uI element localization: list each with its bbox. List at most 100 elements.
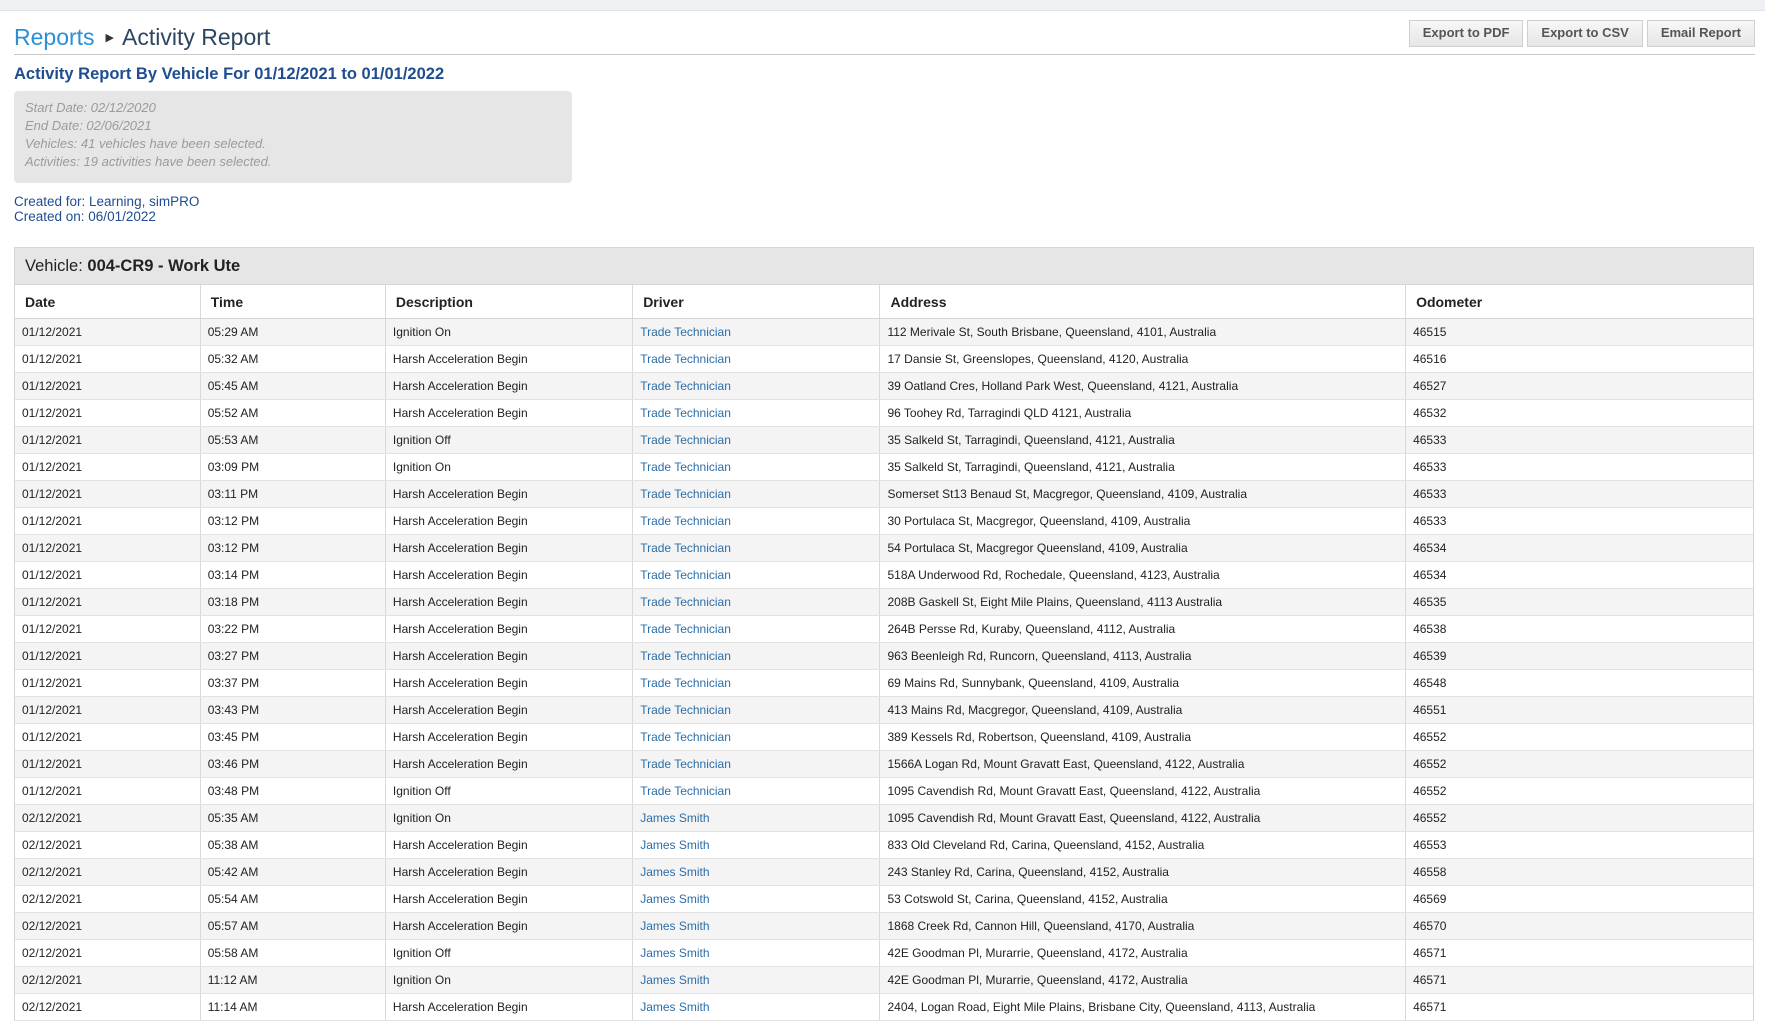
page-header: Reports ▶ Activity Report Export to PDF … bbox=[14, 11, 1755, 55]
driver-link[interactable]: James Smith bbox=[640, 946, 709, 960]
table-row: 01/12/2021 05:45 AM Harsh Acceleration Beg… bbox=[15, 372, 1753, 400]
driver-link[interactable]: Trade Technician bbox=[640, 352, 731, 366]
date-cell: 02/12/2021 bbox=[15, 939, 201, 967]
driver-link[interactable]: Trade Technician bbox=[640, 649, 731, 663]
driver-link[interactable]: Trade Technician bbox=[640, 784, 731, 798]
address-cell: 30 Portulaca St, Macgregor, Queensland, … bbox=[879, 507, 1407, 535]
date-cell: 01/12/2021 bbox=[15, 480, 201, 508]
driver-link[interactable]: Trade Technician bbox=[640, 757, 731, 771]
driver-link[interactable]: James Smith bbox=[640, 865, 709, 879]
time-cell: 05:45 AM bbox=[200, 372, 386, 400]
odometer-cell: 46535 bbox=[1405, 588, 1753, 616]
odometer-cell: 46558 bbox=[1405, 858, 1753, 886]
odometer-cell: 46552 bbox=[1405, 777, 1753, 805]
date-cell: 01/12/2021 bbox=[15, 615, 201, 643]
email-report-button[interactable]: Email Report bbox=[1646, 19, 1755, 47]
driver-link[interactable]: Trade Technician bbox=[640, 487, 731, 501]
driver-cell: Trade Technician bbox=[632, 399, 881, 427]
created-for: Created for: Learning, simPRO bbox=[14, 194, 200, 209]
driver-link[interactable]: James Smith bbox=[640, 811, 709, 825]
description-cell: Ignition On bbox=[385, 966, 634, 994]
driver-link[interactable]: Trade Technician bbox=[640, 325, 731, 339]
description-cell: Harsh Acceleration Begin bbox=[385, 696, 634, 724]
date-cell: 01/12/2021 bbox=[15, 453, 201, 481]
address-cell: 42E Goodman Pl, Murarrie, Queensland, 41… bbox=[879, 939, 1407, 967]
address-cell: 1868 Creek Rd, Cannon Hill, Queensland, … bbox=[879, 912, 1407, 940]
driver-link[interactable]: Trade Technician bbox=[640, 514, 731, 528]
driver-link[interactable]: Trade Technician bbox=[640, 541, 731, 555]
driver-cell: Trade Technician bbox=[632, 345, 881, 373]
odometer-cell: 46553 bbox=[1405, 831, 1753, 859]
address-cell: 2404, Logan Road, Eight Mile Plains, Bri… bbox=[879, 993, 1407, 1021]
description-cell: Harsh Acceleration Begin bbox=[385, 885, 634, 913]
vehicle-label: Vehicle: bbox=[25, 257, 83, 275]
odometer-cell: 46527 bbox=[1405, 372, 1753, 400]
driver-cell: James Smith bbox=[632, 885, 881, 913]
driver-link[interactable]: Trade Technician bbox=[640, 730, 731, 744]
criteria-end-date: End Date: 02/06/2021 bbox=[25, 118, 152, 133]
time-cell: 03:18 PM bbox=[200, 588, 386, 616]
column-header-odometer: Odometer bbox=[1405, 285, 1753, 319]
table-row: 02/12/2021 05:35 AM Ignition On James Smith… bbox=[15, 804, 1753, 832]
odometer-cell: 46516 bbox=[1405, 345, 1753, 373]
date-cell: 01/12/2021 bbox=[15, 372, 201, 400]
driver-link[interactable]: James Smith bbox=[640, 973, 709, 987]
description-cell: Harsh Acceleration Begin bbox=[385, 831, 634, 859]
description-cell: Harsh Acceleration Begin bbox=[385, 723, 634, 751]
address-cell: 54 Portulaca St, Macgregor Queensland, 4… bbox=[879, 534, 1407, 562]
driver-link[interactable]: Trade Technician bbox=[640, 460, 731, 474]
driver-link[interactable]: James Smith bbox=[640, 838, 709, 852]
export-pdf-button[interactable]: Export to PDF bbox=[1408, 19, 1524, 47]
time-cell: 03:14 PM bbox=[200, 561, 386, 589]
table-row: 01/12/2021 03:45 PM Harsh Acceleration Beg… bbox=[15, 723, 1753, 751]
odometer-cell: 46515 bbox=[1405, 318, 1753, 346]
vehicle-section: Vehicle: 004-CR9 - Work Ute Date Time De… bbox=[14, 247, 1754, 1021]
driver-cell: James Smith bbox=[632, 912, 881, 940]
date-cell: 02/12/2021 bbox=[15, 966, 201, 994]
date-cell: 01/12/2021 bbox=[15, 777, 201, 805]
driver-link[interactable]: Trade Technician bbox=[640, 622, 731, 636]
column-header-description: Description bbox=[385, 285, 634, 319]
address-cell: 17 Dansie St, Greenslopes, Queensland, 4… bbox=[879, 345, 1407, 373]
table-row: 01/12/2021 03:37 PM Harsh Acceleration Beg… bbox=[15, 669, 1753, 697]
description-cell: Harsh Acceleration Begin bbox=[385, 993, 634, 1021]
time-cell: 11:14 AM bbox=[200, 993, 386, 1021]
table-row: 02/12/2021 05:54 AM Harsh Acceleration Beg… bbox=[15, 885, 1753, 913]
date-cell: 01/12/2021 bbox=[15, 507, 201, 535]
vehicle-name: 004-CR9 - Work Ute bbox=[87, 257, 241, 275]
driver-cell: Trade Technician bbox=[632, 561, 881, 589]
export-csv-button[interactable]: Export to CSV bbox=[1527, 19, 1643, 47]
activity-table-body: 01/12/2021 05:29 AM Ignition On Trade Techn… bbox=[15, 318, 1753, 1021]
column-header-address: Address bbox=[879, 285, 1407, 319]
time-cell: 03:48 PM bbox=[200, 777, 386, 805]
table-row: 02/12/2021 11:12 AM Ignition On James Smith… bbox=[15, 966, 1753, 994]
address-cell: 963 Beenleigh Rd, Runcorn, Queensland, 4… bbox=[879, 642, 1407, 670]
driver-link[interactable]: James Smith bbox=[640, 1000, 709, 1014]
time-cell: 05:58 AM bbox=[200, 939, 386, 967]
table-row: 02/12/2021 05:42 AM Harsh Acceleration Beg… bbox=[15, 858, 1753, 886]
report-title: Activity Report By Vehicle For 01/12/202… bbox=[14, 65, 445, 83]
driver-cell: Trade Technician bbox=[632, 669, 881, 697]
table-row: 02/12/2021 05:57 AM Harsh Acceleration Beg… bbox=[15, 912, 1753, 940]
driver-link[interactable]: Trade Technician bbox=[640, 595, 731, 609]
driver-link[interactable]: Trade Technician bbox=[640, 703, 731, 717]
time-cell: 05:42 AM bbox=[200, 858, 386, 886]
address-cell: 1095 Cavendish Rd, Mount Gravatt East, Q… bbox=[879, 804, 1407, 832]
address-cell: 35 Salkeld St, Tarragindi, Queensland, 4… bbox=[879, 426, 1407, 454]
address-cell: Somerset St13 Benaud St, Macgregor, Quee… bbox=[879, 480, 1407, 508]
driver-link[interactable]: James Smith bbox=[640, 919, 709, 933]
driver-link[interactable]: Trade Technician bbox=[640, 568, 731, 582]
description-cell: Ignition Off bbox=[385, 777, 634, 805]
odometer-cell: 46533 bbox=[1405, 453, 1753, 481]
breadcrumb-reports-link[interactable]: Reports bbox=[14, 24, 95, 51]
driver-link[interactable]: Trade Technician bbox=[640, 676, 731, 690]
driver-cell: James Smith bbox=[632, 804, 881, 832]
driver-link[interactable]: Trade Technician bbox=[640, 433, 731, 447]
driver-link[interactable]: Trade Technician bbox=[640, 406, 731, 420]
driver-link[interactable]: James Smith bbox=[640, 892, 709, 906]
table-row: 01/12/2021 05:29 AM Ignition On Trade Techn… bbox=[15, 318, 1753, 346]
vehicle-header: Vehicle: 004-CR9 - Work Ute bbox=[15, 248, 1753, 285]
driver-link[interactable]: Trade Technician bbox=[640, 379, 731, 393]
criteria-vehicles: Vehicles: 41 vehicles have been selected… bbox=[25, 136, 266, 151]
table-row: 01/12/2021 03:11 PM Harsh Acceleration Beg… bbox=[15, 480, 1753, 508]
